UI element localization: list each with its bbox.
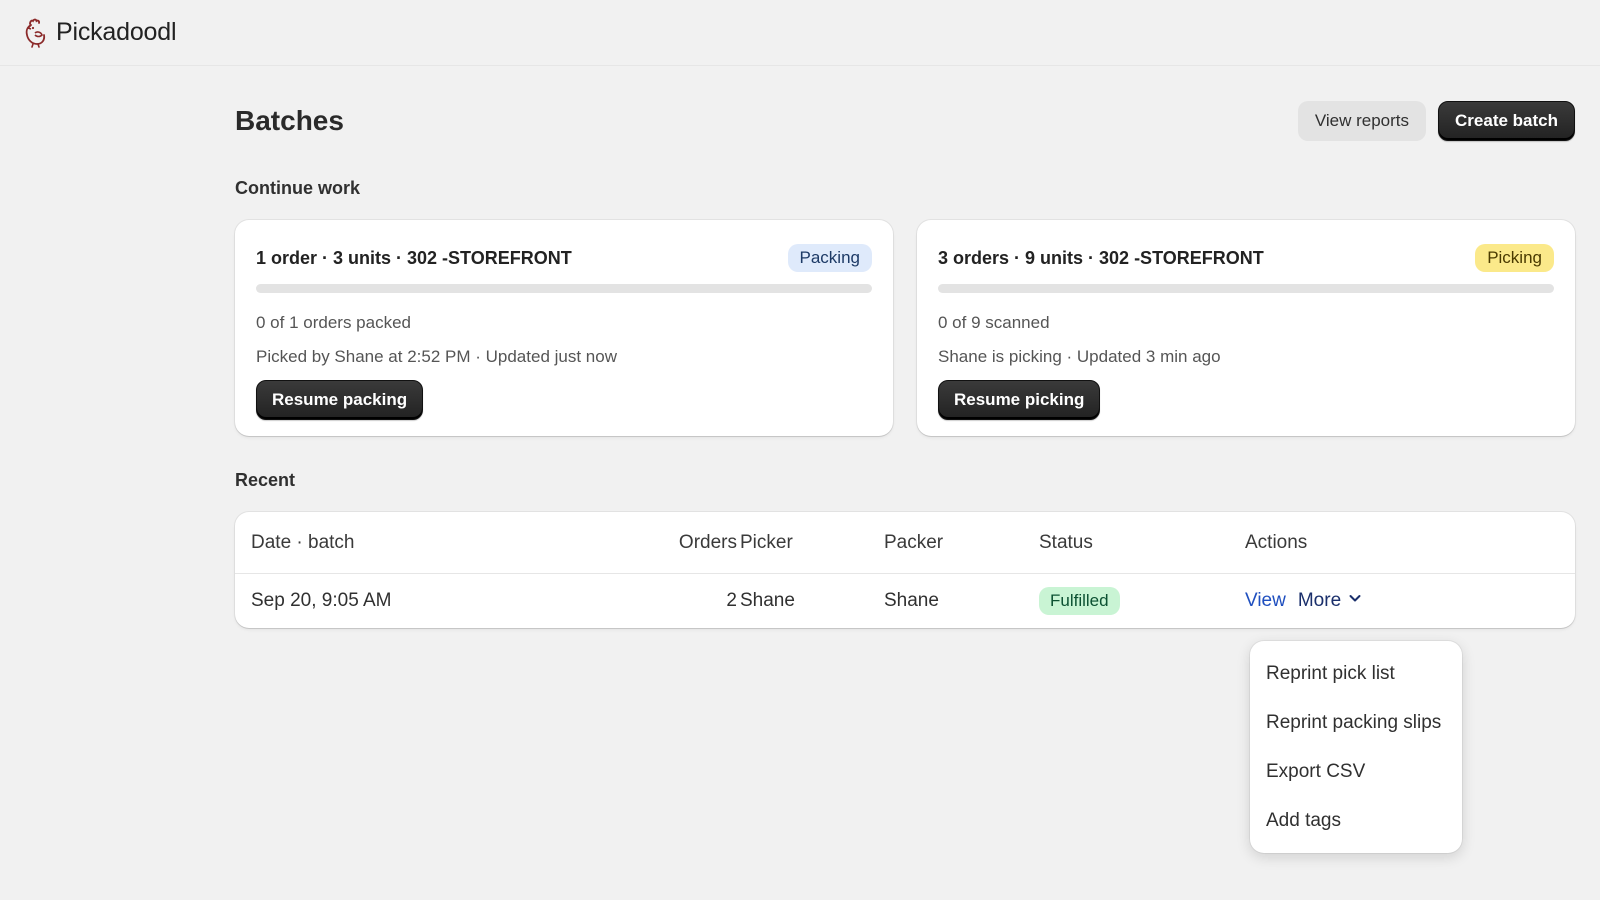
status-badge: Fulfilled xyxy=(1039,587,1120,615)
more-actions-button[interactable]: More xyxy=(1298,590,1363,612)
table-row[interactable]: Sep 20, 9:05 AM 2 Shane Shane Fulfilled … xyxy=(235,574,1575,628)
status-badge: Picking xyxy=(1475,244,1554,272)
column-header-date: Date · batch xyxy=(251,531,355,553)
menu-item-reprint-pick-list[interactable]: Reprint pick list xyxy=(1250,649,1462,698)
recent-heading: Recent xyxy=(235,470,296,490)
menu-item-reprint-packing-slips[interactable]: Reprint packing slips xyxy=(1250,698,1462,747)
page-header: Batches View reports Create batch xyxy=(235,66,1575,176)
table-header: Date · batch Orders Picker Packer Status… xyxy=(235,512,1575,574)
status-badge: Packing xyxy=(787,244,872,272)
batch-status: Fulfilled xyxy=(1039,587,1120,615)
progress-bar xyxy=(938,284,1554,293)
more-label: More xyxy=(1297,590,1342,611)
brand[interactable]: Pickadoodl xyxy=(20,18,177,48)
continue-work-heading: Continue work xyxy=(235,178,360,198)
view-reports-button[interactable]: View reports xyxy=(1297,101,1427,141)
menu-item-add-tags[interactable]: Add tags xyxy=(1250,796,1462,845)
column-header-actions: Actions xyxy=(1245,531,1308,553)
rooster-icon xyxy=(20,18,50,48)
recent-batches-table: Date · batch Orders Picker Packer Status… xyxy=(235,512,1575,628)
create-batch-button[interactable]: Create batch xyxy=(1438,101,1575,141)
top-bar: Pickadoodl xyxy=(0,0,1600,66)
main-content: Batches View reports Create batch Contin… xyxy=(235,66,1575,628)
more-actions-menu: Reprint pick list Reprint packing slips … xyxy=(1250,641,1462,853)
batch-orders: 2 xyxy=(726,590,737,611)
batch-meta: Shane is picking · Updated 3 min ago xyxy=(938,347,1221,366)
batch-picker: Shane xyxy=(740,590,795,611)
chevron-down-icon xyxy=(1347,590,1363,612)
column-header-status: Status xyxy=(1039,531,1093,553)
continue-work-cards: 1 order · 3 units · 302 -STOREFRONT Pack… xyxy=(235,220,1575,436)
batch-packer: Shane xyxy=(884,590,939,611)
app-name: Pickadoodl xyxy=(56,18,177,46)
progress-text: 0 of 1 orders packed xyxy=(256,313,411,332)
header-actions: View reports Create batch xyxy=(1297,101,1575,141)
batch-card-picking: 3 orders · 9 units · 302 -STOREFRONT Pic… xyxy=(917,220,1575,436)
page-title: Batches xyxy=(235,105,344,136)
column-header-packer: Packer xyxy=(884,531,944,553)
resume-packing-button[interactable]: Resume packing xyxy=(256,380,424,420)
row-actions: View More xyxy=(1245,590,1363,612)
view-link[interactable]: View xyxy=(1245,590,1286,612)
batch-meta: Picked by Shane at 2:52 PM · Updated jus… xyxy=(256,347,617,366)
batch-card-packing: 1 order · 3 units · 302 -STOREFRONT Pack… xyxy=(235,220,893,436)
progress-bar xyxy=(256,284,872,293)
resume-picking-button[interactable]: Resume picking xyxy=(938,380,1101,420)
batch-card-title: 1 order · 3 units · 302 -STOREFRONT xyxy=(256,247,572,268)
progress-text: 0 of 9 scanned xyxy=(938,313,1050,332)
batch-card-title: 3 orders · 9 units · 302 -STOREFRONT xyxy=(938,247,1264,268)
column-header-orders: Orders xyxy=(678,531,737,553)
menu-item-export-csv[interactable]: Export CSV xyxy=(1250,747,1462,796)
batch-date: Sep 20, 9:05 AM xyxy=(251,590,392,611)
column-header-picker: Picker xyxy=(740,531,793,553)
